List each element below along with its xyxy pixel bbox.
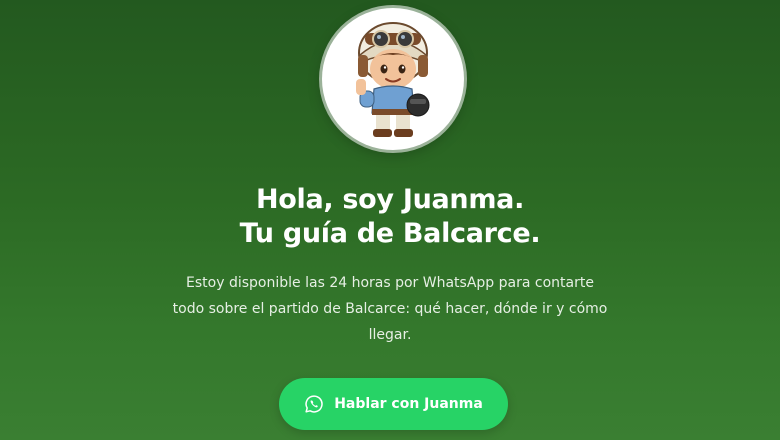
landing-page: Hola, soy Juanma. Tu guía de Balcarce. E… bbox=[0, 0, 780, 440]
avatar bbox=[322, 8, 464, 150]
chat-button-label: Hablar con Juanma bbox=[334, 396, 483, 412]
title-role: Tu guía de Balcarce. bbox=[239, 218, 541, 249]
intro-description: Estoy disponible las 24 horas por WhatsA… bbox=[172, 275, 608, 343]
chat-with-juanma-button[interactable]: Hablar con Juanma bbox=[279, 378, 508, 430]
whatsapp-icon bbox=[304, 394, 324, 414]
page-title: Hola, soy Juanma. Tu guía de Balcarce. bbox=[0, 183, 780, 251]
guide-character-icon bbox=[356, 22, 430, 137]
title-greeting: Hola, soy Juanma. bbox=[255, 184, 525, 215]
